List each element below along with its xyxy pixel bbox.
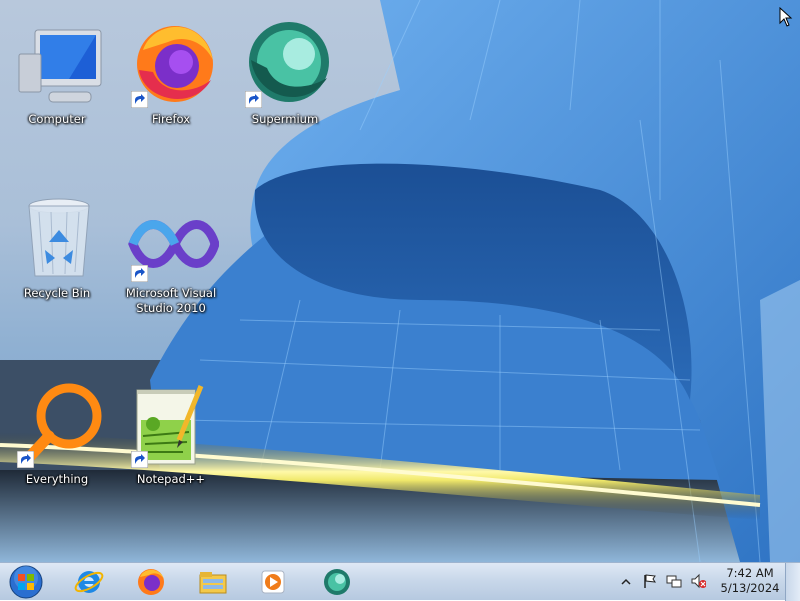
desktop-icon-label: Firefox <box>151 112 191 126</box>
internet-explorer-icon <box>74 571 104 593</box>
desktop-icon-label: Computer <box>28 112 86 126</box>
file-explorer-icon <box>199 572 227 594</box>
taskbar-file-explorer[interactable] <box>186 565 240 599</box>
desktop-icon-supermium[interactable]: Supermium <box>231 20 339 127</box>
desktop-icon-recycle-bin[interactable]: Recycle Bin <box>3 194 111 301</box>
clock-date: 5/13/2024 <box>720 581 780 595</box>
shortcut-arrow-icon <box>131 91 148 108</box>
desktop-icon-notepad-plus-plus[interactable]: Notepad++ <box>117 380 225 487</box>
shortcut-arrow-icon <box>131 265 148 282</box>
show-desktop-button[interactable] <box>785 563 800 601</box>
desktop-icon-label: Everything <box>25 472 89 486</box>
desktop-icon-label: Microsoft Visual Studio 2010 <box>125 286 217 315</box>
taskbar-clock[interactable]: 7:42 AM 5/13/2024 <box>718 566 782 596</box>
desktop-icon-everything[interactable]: Everything <box>3 380 111 487</box>
taskbar-media-player[interactable] <box>246 565 300 599</box>
taskbar-internet-explorer[interactable] <box>62 565 116 599</box>
shortcut-arrow-icon <box>17 451 34 468</box>
desktop[interactable]: Computer Firefox Supermium Recycle Bin M… <box>0 0 800 562</box>
show-hidden-icons-chevron-icon[interactable] <box>620 575 636 591</box>
windows-start-orb-icon <box>9 565 43 599</box>
desktop-icon-firefox[interactable]: Firefox <box>117 20 225 127</box>
start-button[interactable] <box>4 564 48 600</box>
mouse-cursor-icon <box>779 7 793 27</box>
network-icon[interactable] <box>666 573 682 589</box>
clock-time: 7:42 AM <box>726 566 774 580</box>
taskbar-firefox[interactable] <box>124 565 178 599</box>
shortcut-arrow-icon <box>245 91 262 108</box>
shortcut-arrow-icon <box>131 451 148 468</box>
firefox-icon <box>138 569 164 595</box>
desktop-icon-label: Recycle Bin <box>23 286 91 300</box>
recycle-bin-icon <box>28 198 90 277</box>
volume-muted-icon[interactable] <box>690 573 706 589</box>
desktop-icon-computer[interactable]: Computer <box>3 20 111 127</box>
action-center-flag-icon[interactable] <box>642 573 658 589</box>
desktop-icon-label: Supermium <box>251 112 319 126</box>
desktop-icon-visual-studio[interactable]: Microsoft Visual Studio 2010 <box>117 208 225 316</box>
taskbar: 7:42 AM 5/13/2024 <box>0 562 800 601</box>
computer-icon <box>18 29 102 103</box>
taskbar-supermium[interactable] <box>310 565 364 599</box>
desktop-icon-label: Notepad++ <box>136 472 206 486</box>
supermium-icon <box>324 569 350 595</box>
media-player-icon <box>261 570 285 594</box>
